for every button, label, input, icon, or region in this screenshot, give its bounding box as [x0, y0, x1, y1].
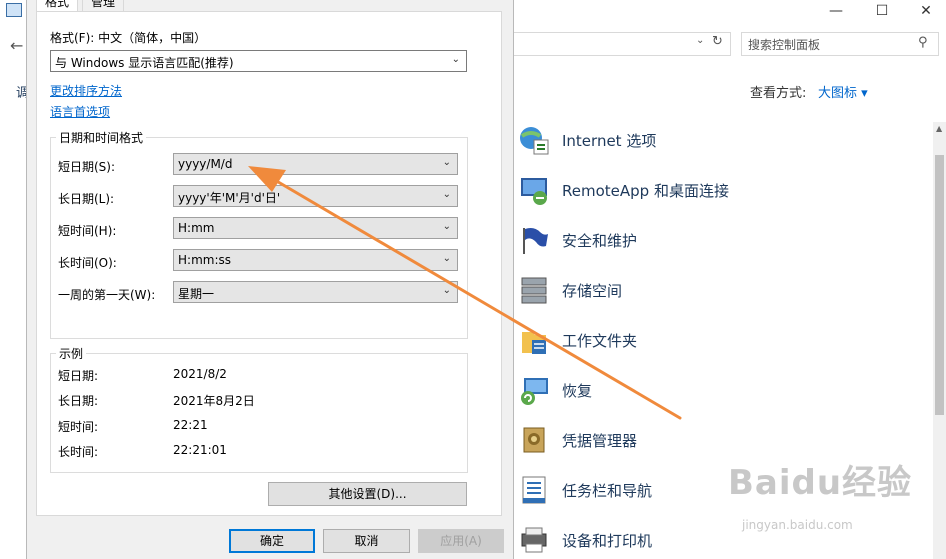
annotation-arrow — [248, 166, 682, 420]
